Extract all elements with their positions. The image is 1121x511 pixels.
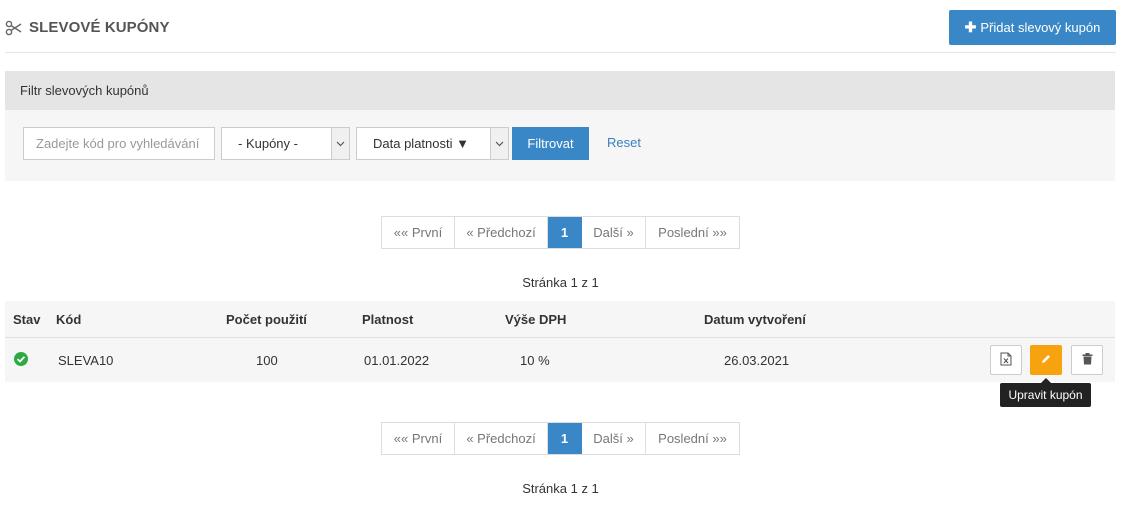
reset-link[interactable]: Reset — [607, 135, 641, 150]
pagination-prev[interactable]: « Předchozí — [455, 423, 548, 454]
coupons-select[interactable]: - Kupóny - — [221, 127, 350, 160]
table-header: Stav Kód Počet použití Platnost Výše DPH… — [5, 301, 1115, 338]
pagination-last[interactable]: Poslední »» — [646, 423, 739, 454]
pagination-prev[interactable]: « Předchozí — [455, 217, 548, 248]
plus-icon: ✚ — [964, 19, 977, 35]
cell-created: 26.03.2021 — [724, 353, 790, 368]
table-row: SLEVA10 100 01.01.2022 10 % 26.03.2021 — [5, 338, 1115, 382]
pagination-next[interactable]: Další » — [582, 423, 646, 454]
check-circle-icon — [14, 352, 28, 366]
validity-select[interactable]: Data platnosti ▼ — [356, 127, 509, 160]
col-vat: Výše DPH — [505, 312, 567, 327]
filter-panel: Filtr slevových kupónů - Kupóny - Data p… — [5, 71, 1115, 181]
page-info-bottom: Stránka 1 z 1 — [522, 481, 599, 496]
col-code: Kód — [56, 312, 82, 327]
edit-coupon-button[interactable] — [1030, 345, 1062, 375]
cell-vat: 10 % — [520, 353, 550, 368]
edit-tooltip: Upravit kupón — [1000, 378, 1091, 407]
pagination-next[interactable]: Další » — [582, 217, 646, 248]
pagination-last[interactable]: Poslední »» — [646, 217, 739, 248]
tooltip-text: Upravit kupón — [1008, 388, 1083, 402]
trash-icon — [1082, 352, 1093, 368]
coupons-select-value: - Kupóny - — [238, 136, 298, 151]
col-validity: Platnost — [362, 312, 414, 327]
filter-row: - Kupóny - Data platnosti ▼ Filtrovat Re… — [5, 127, 1115, 160]
validity-select-value: Data platnosti ▼ — [373, 136, 469, 151]
delete-coupon-button[interactable] — [1071, 345, 1103, 375]
cell-validity: 01.01.2022 — [364, 353, 430, 368]
page-info-top: Stránka 1 z 1 — [522, 275, 599, 290]
filter-heading: Filtr slevových kupónů — [5, 71, 1115, 110]
pagination-current[interactable]: 1 — [548, 423, 582, 454]
tooltip-arrow — [1041, 378, 1051, 383]
col-status: Stav — [13, 312, 41, 327]
cell-uses: 100 — [256, 353, 278, 368]
pagination-first[interactable]: «« První — [382, 217, 455, 248]
col-uses: Počet použití — [226, 312, 307, 327]
page-title-text: SLEVOVÉ KUPÓNY — [29, 19, 170, 36]
excel-file-icon — [1000, 352, 1012, 369]
export-excel-button[interactable] — [990, 345, 1022, 375]
pagination-top: «« První « Předchozí 1 Další » Poslední … — [381, 216, 740, 249]
pagination-bottom: «« První « Předchozí 1 Další » Poslední … — [381, 422, 740, 455]
page-header: SLEVOVÉ KUPÓNY ✚ Přidat slevový kupón — [5, 0, 1116, 53]
pencil-icon — [1040, 353, 1052, 368]
add-coupon-button[interactable]: ✚ Přidat slevový kupón — [949, 10, 1116, 45]
pagination-first[interactable]: «« První — [382, 423, 455, 454]
col-created: Datum vytvoření — [704, 312, 806, 327]
chevron-down-icon — [331, 128, 349, 159]
search-input[interactable] — [23, 127, 215, 160]
add-coupon-label: Přidat slevový kupón — [980, 20, 1101, 35]
filter-button[interactable]: Filtrovat — [512, 127, 589, 160]
scissors-icon — [5, 20, 23, 36]
page-title: SLEVOVÉ KUPÓNY — [5, 19, 170, 36]
cell-code: SLEVA10 — [58, 353, 114, 368]
chevron-down-icon — [490, 128, 508, 159]
pagination-current[interactable]: 1 — [548, 217, 582, 248]
